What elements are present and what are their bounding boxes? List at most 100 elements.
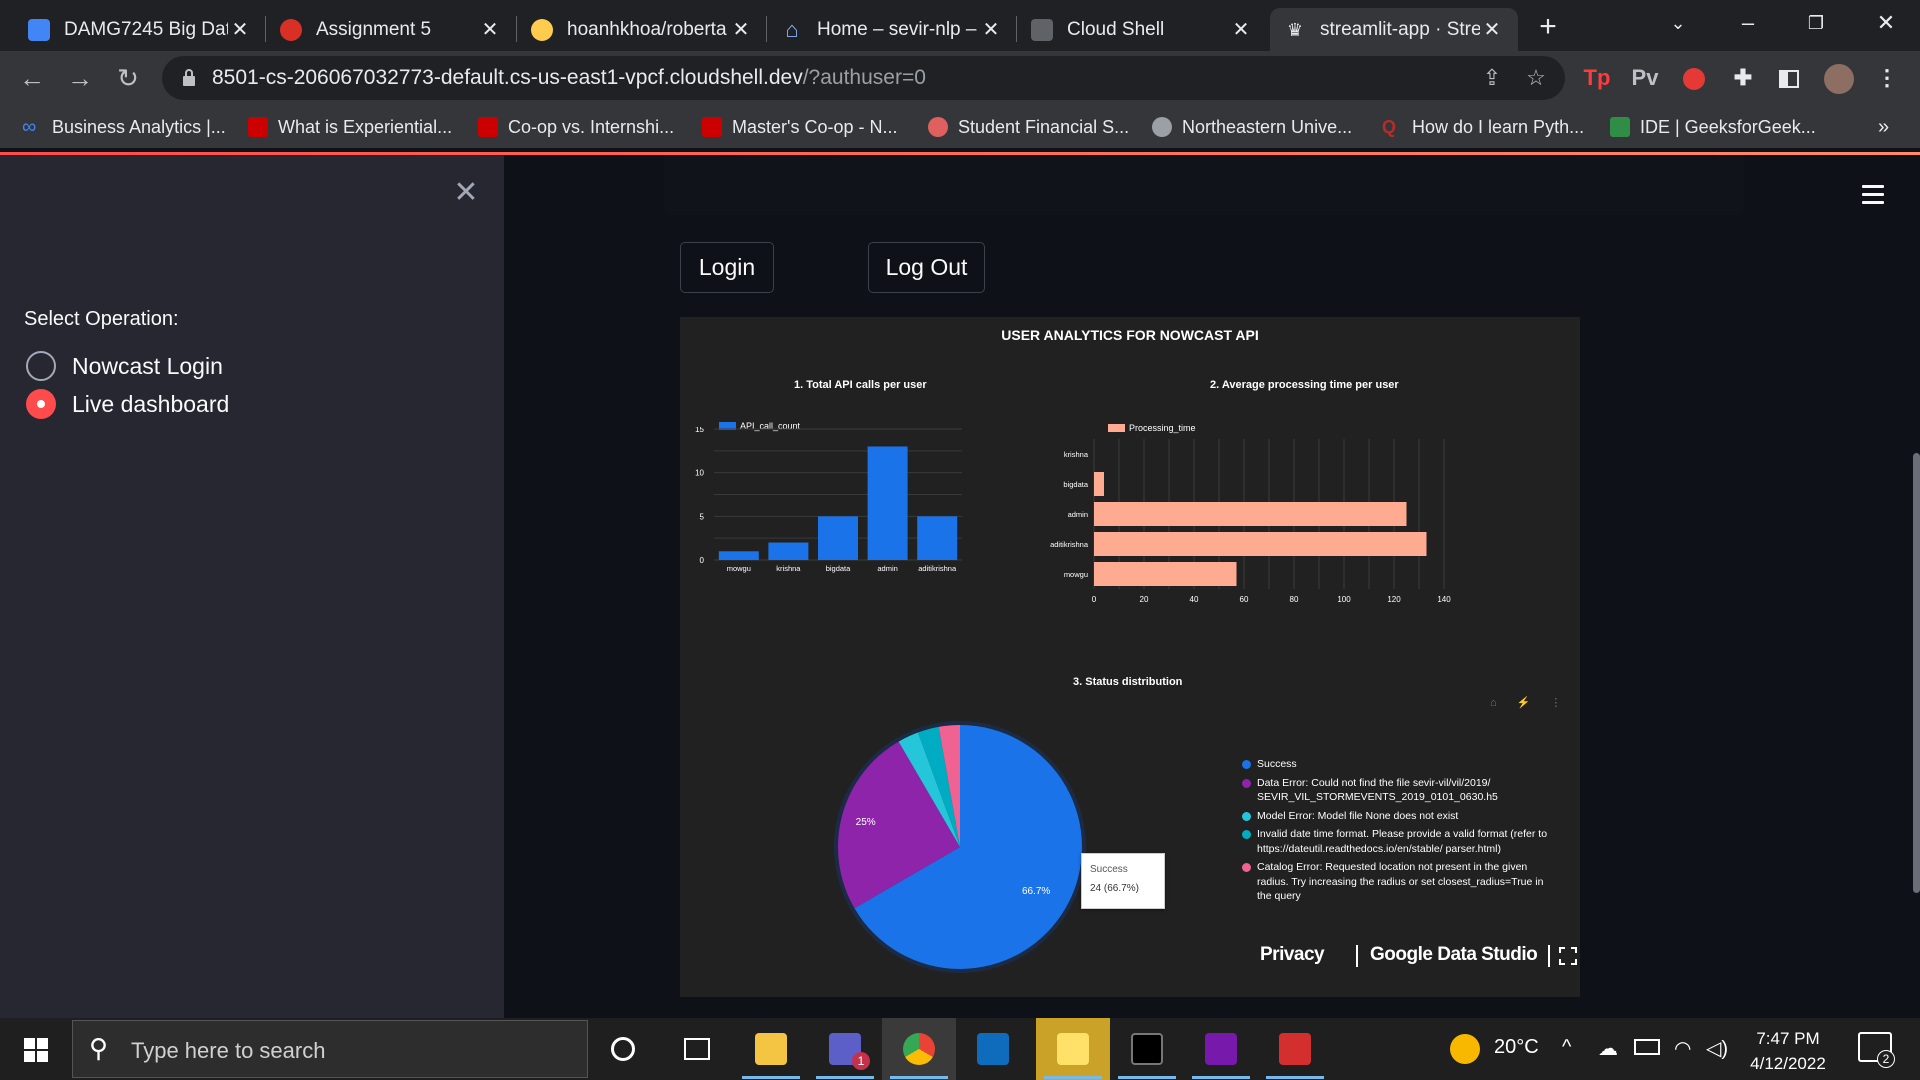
close-icon[interactable]: ✕ xyxy=(1229,17,1253,42)
avatar[interactable] xyxy=(1822,61,1856,95)
back-button[interactable]: ← xyxy=(14,61,50,97)
extension-tp[interactable]: Tp xyxy=(1580,61,1614,95)
onenote-icon xyxy=(1205,1033,1237,1065)
scrollbar[interactable] xyxy=(1913,453,1920,893)
login-button[interactable]: Login xyxy=(680,242,774,293)
close-icon[interactable]: ✕ xyxy=(1480,17,1504,42)
sidebar: ✕ Select Operation: Nowcast Login Live d… xyxy=(0,155,504,1018)
file-explorer-button[interactable] xyxy=(734,1018,808,1080)
reload-button[interactable]: ↻ xyxy=(110,61,146,97)
tab-search-icon[interactable]: ⌄ xyxy=(1648,6,1708,40)
action-center-icon[interactable]: 2 xyxy=(1858,1032,1895,1068)
sticky-notes-button[interactable] xyxy=(1036,1018,1110,1080)
bookmark-item[interactable]: Northeastern Unive... xyxy=(1152,113,1352,141)
weather-sun-icon[interactable] xyxy=(1450,1034,1480,1064)
volume-icon[interactable]: ◁) xyxy=(1706,1036,1728,1061)
tab-assignment-5[interactable]: Assignment 5 ✕ xyxy=(266,8,516,51)
radio-group-label: Select Operation: xyxy=(24,308,179,330)
taskbar-search[interactable]: ⚲ Type here to search xyxy=(72,1020,588,1078)
radio-nowcast-login[interactable]: Nowcast Login xyxy=(26,351,223,381)
google-data-studio-link[interactable]: Google Data Studio xyxy=(1370,944,1538,966)
tab-title: hoanhkhoa/roberta xyxy=(567,18,727,40)
terminal-icon xyxy=(1031,18,1053,41)
close-icon[interactable]: ✕ xyxy=(478,17,502,42)
sticky-notes-icon xyxy=(1057,1033,1089,1065)
bookmarks-bar: ∞ Business Analytics |... What is Experie… xyxy=(0,105,1920,148)
tab-huggingface[interactable]: hoanhkhoa/roberta ✕ xyxy=(517,8,767,51)
x-tick-label: 40 xyxy=(1190,595,1199,604)
home-icon: ⌂ xyxy=(785,16,799,42)
acrobat-button[interactable] xyxy=(1258,1018,1332,1080)
wifi-icon[interactable]: ◠ xyxy=(1674,1036,1691,1061)
bookmark-item[interactable]: Student Financial S... xyxy=(928,113,1129,141)
fullscreen-icon[interactable] xyxy=(1559,947,1577,965)
chart-2-title: 2. Average processing time per user xyxy=(1210,379,1399,391)
folder-icon xyxy=(755,1033,787,1065)
tab-home-sevir[interactable]: ⌂ Home – sevir-nlp – ✕ xyxy=(767,8,1017,51)
bookmark-item[interactable]: IDE | GeeksforGeek... xyxy=(1610,113,1816,141)
bar xyxy=(818,516,858,560)
share-icon[interactable]: ⇪ xyxy=(1479,65,1505,91)
radio-unselected-icon xyxy=(26,351,56,381)
close-icon[interactable]: ✕ xyxy=(228,17,252,42)
tab-streamlit-app[interactable]: ♛ streamlit-app · Stre ✕ xyxy=(1270,8,1518,51)
cortana-icon xyxy=(611,1037,635,1061)
close-icon[interactable]: ✕ xyxy=(729,17,753,42)
pie-slice-label: 66.7% xyxy=(1022,886,1050,897)
tab-cloud-shell[interactable]: Cloud Shell ✕ xyxy=(1017,8,1267,51)
temperature[interactable]: 20°C xyxy=(1494,1036,1539,1059)
clock[interactable]: 7:47 PM 4/12/2022 xyxy=(1742,1026,1834,1076)
y-tick-label: bigdata xyxy=(1063,480,1088,489)
x-tick-label: bigdata xyxy=(826,564,851,573)
x-tick-label: krishna xyxy=(776,564,801,573)
bookmark-item[interactable]: Q How do I learn Pyth... xyxy=(1382,113,1584,141)
extension-pv[interactable]: Pv xyxy=(1628,61,1662,95)
privacy-link[interactable]: Privacy xyxy=(1260,944,1325,966)
y-tick-label: 10 xyxy=(695,469,704,478)
hamburger-menu-icon[interactable] xyxy=(1862,185,1884,205)
teams-button[interactable]: 1 xyxy=(808,1018,882,1080)
lock-icon xyxy=(183,69,195,86)
bookmark-item[interactable]: What is Experiential... xyxy=(248,113,452,141)
onenote-button[interactable] xyxy=(1184,1018,1258,1080)
bookmark-item[interactable]: ∞ Business Analytics |... xyxy=(22,113,226,141)
bar xyxy=(718,551,759,560)
puzzle-icon[interactable]: ✚ xyxy=(1726,61,1760,95)
tab-damg7245[interactable]: DAMG7245 Big Dat ✕ xyxy=(14,8,266,51)
outlook-button[interactable] xyxy=(956,1018,1030,1080)
bookmark-item[interactable]: Master's Co-op - N... xyxy=(702,113,897,141)
radio-label: Nowcast Login xyxy=(72,352,223,379)
close-window-button[interactable]: ✕ xyxy=(1856,6,1916,40)
side-panel-icon[interactable] xyxy=(1772,61,1806,95)
windows-start-button[interactable] xyxy=(0,1018,74,1080)
chrome-button[interactable] xyxy=(882,1018,956,1080)
tab-title: DAMG7245 Big Dat xyxy=(64,18,228,40)
task-view-button[interactable] xyxy=(660,1018,734,1080)
new-tab-button[interactable]: + xyxy=(1528,10,1568,46)
y-tick-label: krishna xyxy=(1064,450,1089,459)
close-icon[interactable]: ✕ xyxy=(979,17,1003,42)
more-bookmarks-button[interactable]: » xyxy=(1878,113,1889,141)
y-tick-label: mowgu xyxy=(1064,570,1088,579)
forward-button[interactable]: → xyxy=(62,61,98,97)
acrobat-icon xyxy=(1279,1033,1311,1065)
logout-button[interactable]: Log Out xyxy=(868,242,985,293)
bookmark-item[interactable]: Co-op vs. Internshi... xyxy=(478,113,674,141)
adblock-icon[interactable] xyxy=(1677,61,1711,95)
kebab-menu-icon[interactable]: ⋮ xyxy=(1870,61,1904,95)
legend-item: Data Error: Could not find the file sevi… xyxy=(1242,776,1552,805)
bookmark-star-icon[interactable]: ☆ xyxy=(1523,65,1549,91)
cortana-button[interactable] xyxy=(586,1018,660,1080)
chart-tools-icons[interactable]: ⌂⚡⋮ xyxy=(1490,696,1581,709)
terminal-button[interactable] xyxy=(1110,1018,1184,1080)
tray-chevron-icon[interactable]: ^ xyxy=(1562,1036,1571,1059)
close-sidebar-icon[interactable]: ✕ xyxy=(452,178,480,208)
radio-live-dashboard[interactable]: Live dashboard xyxy=(26,389,229,419)
y-tick-label: admin xyxy=(1068,510,1088,519)
address-bar[interactable]: 8501-cs-206067032773-default.cs-us-east1… xyxy=(162,56,1565,100)
onedrive-icon[interactable]: ☁ xyxy=(1598,1036,1618,1061)
minimize-button[interactable]: – xyxy=(1718,6,1778,40)
battery-icon[interactable] xyxy=(1634,1039,1660,1055)
restore-button[interactable]: ❐ xyxy=(1786,6,1846,40)
tab-title: Cloud Shell xyxy=(1067,18,1165,40)
